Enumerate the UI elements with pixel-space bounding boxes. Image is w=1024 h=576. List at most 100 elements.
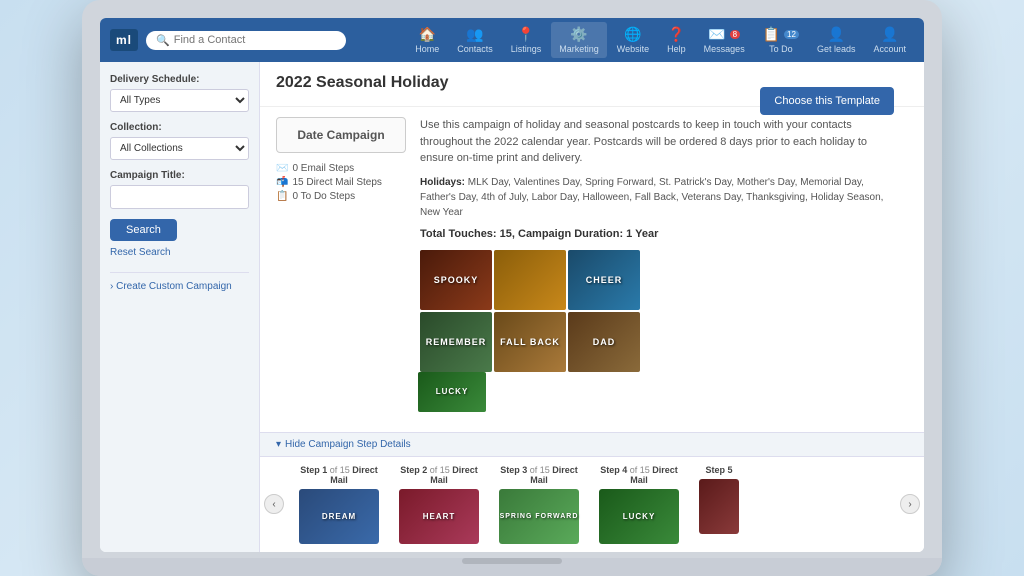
campaign-holidays: Holidays: MLK Day, Valentines Day, Sprin… — [420, 175, 894, 220]
mail-icon: 📬 — [276, 177, 288, 188]
campaign-left: Date Campaign ✉️ 0 Email Steps 📬 15 Dire… — [276, 117, 406, 422]
grid-cell-lucky: LUCKY — [418, 372, 486, 412]
step-card-3: Step 3 of 15 Direct Mail SPRING FORWARD — [494, 465, 584, 544]
step-2-title: Step 2 of 15 Direct Mail — [394, 465, 484, 485]
steps-bar[interactable]: ▾ Hide Campaign Step Details — [260, 432, 924, 457]
main-layout: Delivery Schedule: All Types Collection:… — [100, 62, 924, 552]
grid-cell-dad: DAD — [568, 312, 640, 372]
screen: ml 🔍 🏠 Home 👥 Contacts 📍 Listings — [100, 18, 924, 552]
todo-steps-value: 0 To Do Steps — [292, 191, 355, 202]
contacts-icon: 👥 — [466, 26, 483, 43]
nav-getleads-label: Get leads — [817, 44, 856, 54]
holidays-label: Holidays: — [420, 177, 465, 188]
step-1-title: Step 1 of 15 Direct Mail — [294, 465, 384, 485]
grid-cell-spooky: SPOOKY — [420, 250, 492, 310]
date-campaign-box: Date Campaign — [276, 117, 406, 153]
getleads-icon: 👤 — [827, 26, 844, 43]
holidays-list: MLK Day, Valentines Day, Spring Forward,… — [420, 177, 883, 218]
nav-listings-label: Listings — [511, 44, 542, 54]
help-icon: ❓ — [668, 26, 685, 43]
collection-label: Collection: — [110, 122, 249, 133]
campaign-right: Choose this Template Use this campaign o… — [420, 117, 894, 422]
steps-next-arrow[interactable]: › — [900, 494, 920, 514]
marketing-icon: ⚙️ — [570, 26, 587, 43]
todo-icon: 📋 12 — [763, 26, 799, 43]
delivery-schedule-label: Delivery Schedule: — [110, 74, 249, 85]
laptop-frame: ml 🔍 🏠 Home 👥 Contacts 📍 Listings — [82, 0, 942, 576]
step-2-image: HEART — [399, 489, 479, 544]
nav-messages-label: Messages — [704, 44, 745, 54]
mail-steps-row: 📬 15 Direct Mail Steps — [276, 177, 406, 188]
step-4-title: Step 4 of 15 Direct Mail — [594, 465, 684, 485]
step-card-1: Step 1 of 15 Direct Mail DREAM — [294, 465, 384, 544]
nav-todo[interactable]: 📋 12 To Do — [755, 22, 807, 58]
step-5-image — [699, 479, 739, 534]
collection-select[interactable]: All Collections — [110, 137, 249, 160]
grid-cell-fallback: FALL BACK — [494, 312, 566, 372]
nav-contacts[interactable]: 👥 Contacts — [449, 22, 501, 58]
nav-account-label: Account — [873, 44, 906, 54]
mail-steps-value: 15 Direct Mail Steps — [292, 177, 381, 188]
step-card-4: Step 4 of 15 Direct Mail LUCKY — [594, 465, 684, 544]
nav-messages[interactable]: ✉️ 8 Messages — [696, 22, 753, 58]
search-button[interactable]: Search — [110, 219, 177, 241]
search-icon: 🔍 — [156, 34, 170, 47]
step-3-title: Step 3 of 15 Direct Mail — [494, 465, 584, 485]
reset-search-link[interactable]: Reset Search — [110, 247, 249, 258]
nav-home-label: Home — [415, 44, 439, 54]
steps-prev-arrow[interactable]: ‹ — [264, 494, 284, 514]
nav-contacts-label: Contacts — [457, 44, 493, 54]
step-1-image: DREAM — [299, 489, 379, 544]
grid-cell-remember: REMEMBER — [420, 312, 492, 372]
campaign-image-grid: SPOOKY CHEER REMEMBER FALL BACK DAD — [420, 250, 640, 372]
campaign-stats: ✉️ 0 Email Steps 📬 15 Direct Mail Steps … — [276, 163, 406, 202]
website-icon: 🌐 — [624, 26, 641, 43]
nav-search-bar[interactable]: 🔍 — [146, 31, 346, 50]
step-3-image: SPRING FORWARD — [499, 489, 579, 544]
nav-listings[interactable]: 📍 Listings — [503, 22, 550, 58]
sidebar-divider — [110, 272, 249, 273]
laptop-base — [82, 558, 942, 576]
delivery-schedule-select[interactable]: All Types — [110, 89, 249, 112]
nav-website-label: Website — [617, 44, 649, 54]
steps-bar-label: Hide Campaign Step Details — [285, 439, 411, 450]
step-card-2: Step 2 of 15 Direct Mail HEART — [394, 465, 484, 544]
choose-template-button[interactable]: Choose this Template — [760, 87, 894, 115]
nav-help[interactable]: ❓ Help — [659, 22, 694, 58]
account-icon: 👤 — [881, 26, 898, 43]
top-nav: ml 🔍 🏠 Home 👥 Contacts 📍 Listings — [100, 18, 924, 62]
nav-home[interactable]: 🏠 Home — [407, 22, 447, 58]
grid-cell-fall — [494, 250, 566, 310]
campaign-title-label: Campaign Title: — [110, 170, 249, 181]
search-input[interactable] — [174, 34, 336, 46]
email-icon: ✉️ — [276, 163, 288, 174]
content-area: 2022 Seasonal Holiday Date Campaign ✉️ 0… — [260, 62, 924, 552]
messages-icon: ✉️ 8 — [708, 26, 740, 43]
nav-account[interactable]: 👤 Account — [865, 22, 914, 58]
nav-todo-label: To Do — [769, 44, 793, 54]
campaign-description: Use this campaign of holiday and seasona… — [420, 117, 894, 167]
grid-cell-cheer: CHEER — [568, 250, 640, 310]
create-custom-link[interactable]: › Create Custom Campaign — [110, 281, 249, 292]
total-touches: Total Touches: 15, Campaign Duration: 1 … — [420, 228, 894, 240]
chevron-down-icon: ▾ — [276, 439, 281, 450]
nav-items: 🏠 Home 👥 Contacts 📍 Listings ⚙️ Marketin… — [407, 22, 914, 58]
email-steps-row: ✉️ 0 Email Steps — [276, 163, 406, 174]
chevron-right-icon: › — [110, 281, 113, 292]
home-icon: 🏠 — [419, 26, 436, 43]
step-card-5: Step 5 — [694, 465, 744, 534]
campaign-title-input[interactable] — [110, 185, 249, 209]
nav-marketing-label: Marketing — [559, 44, 599, 54]
nav-website[interactable]: 🌐 Website — [609, 22, 657, 58]
nav-help-label: Help — [667, 44, 686, 54]
steps-content: ‹ Step 1 of 15 Direct Mail DREAM Step 2 … — [260, 457, 924, 552]
todo-stat-icon: 📋 — [276, 191, 288, 202]
app-logo: ml — [110, 29, 138, 51]
todo-steps-row: 📋 0 To Do Steps — [276, 191, 406, 202]
email-steps-value: 0 Email Steps — [292, 163, 354, 174]
step-5-title: Step 5 — [694, 465, 744, 475]
sidebar: Delivery Schedule: All Types Collection:… — [100, 62, 260, 552]
nav-marketing[interactable]: ⚙️ Marketing — [551, 22, 607, 58]
step-4-image: LUCKY — [599, 489, 679, 544]
nav-getleads[interactable]: 👤 Get leads — [809, 22, 864, 58]
